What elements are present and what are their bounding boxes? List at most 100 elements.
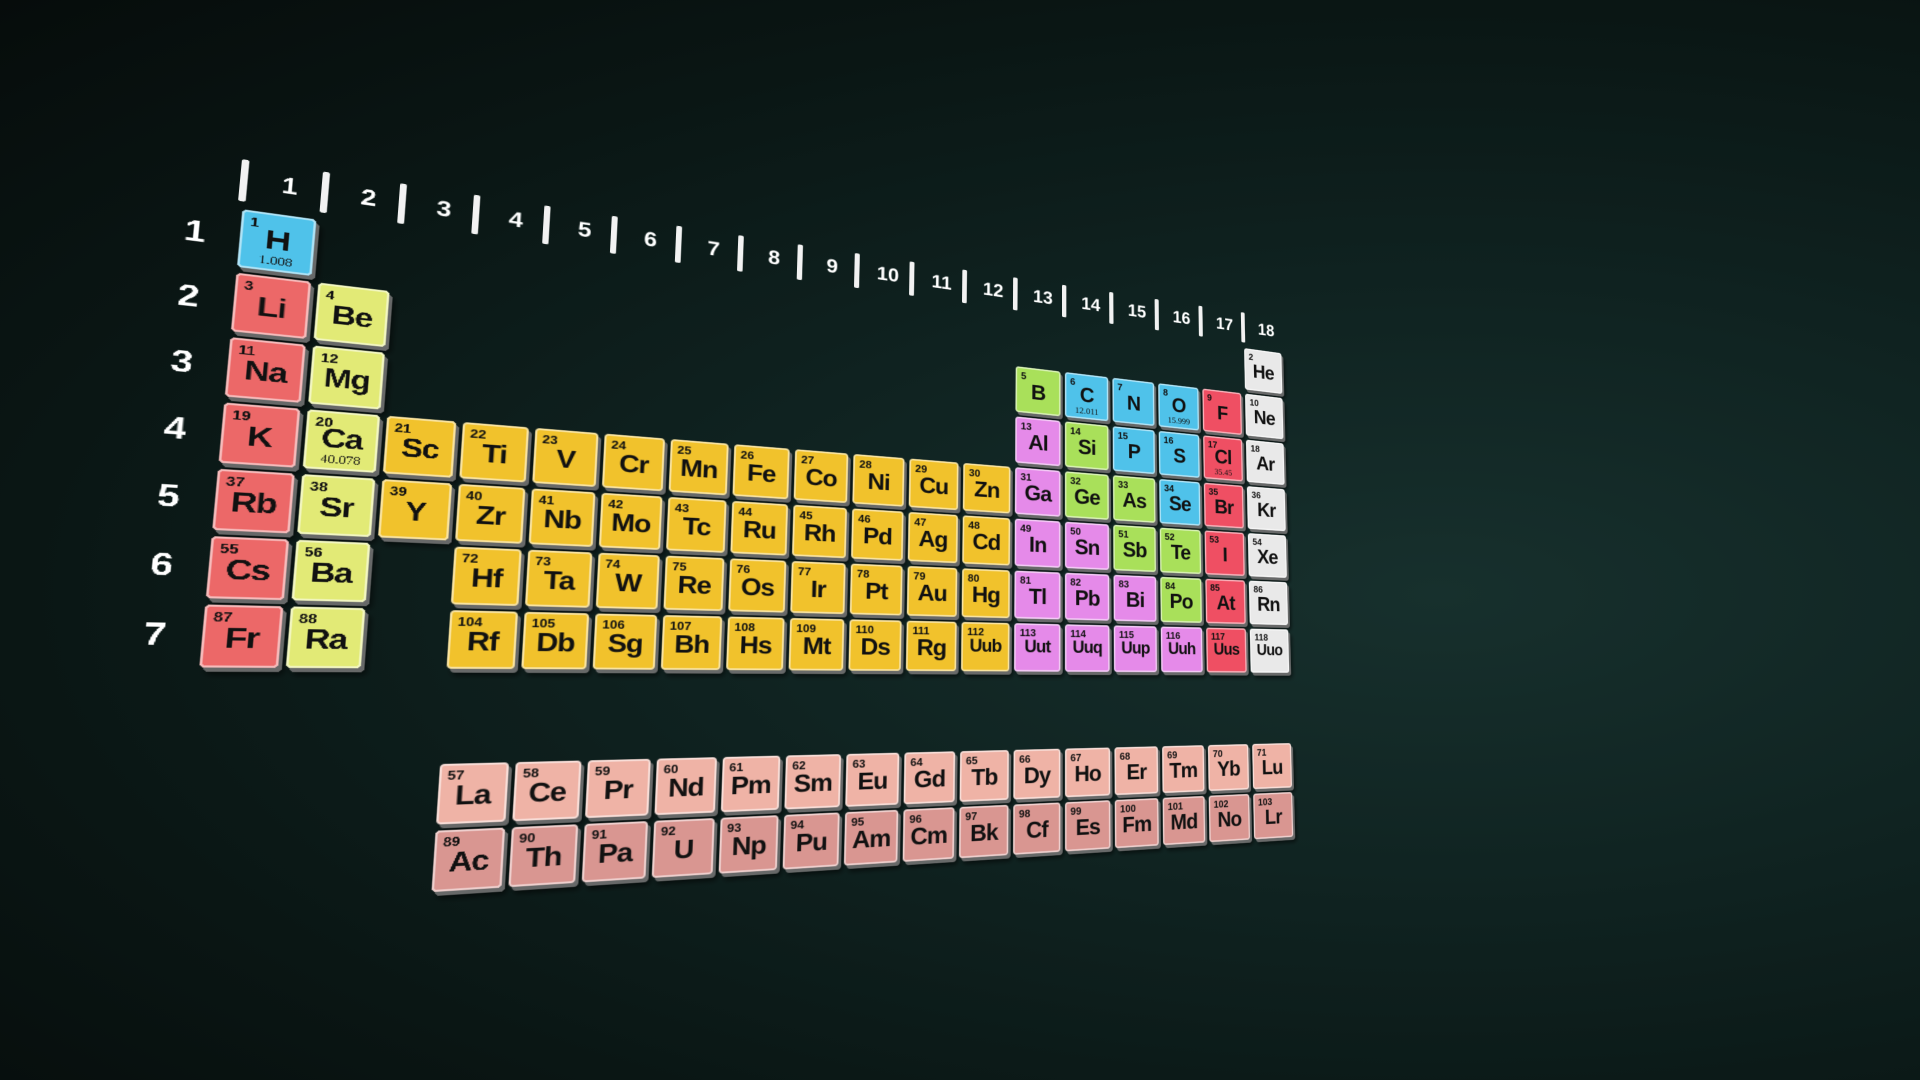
element-tile-ho[interactable]: 67 Ho	[1065, 747, 1110, 797]
element-tile-uup[interactable]: 115 Uup	[1114, 625, 1157, 672]
element-tile-pm[interactable]: 61 Pm	[721, 756, 781, 813]
element-tile-ag[interactable]: 47 Ag	[908, 512, 958, 563]
element-tile-hs[interactable]: 108 Hs	[726, 617, 785, 671]
element-tile-b[interactable]: 5B	[1015, 366, 1060, 416]
element-tile-gd[interactable]: 64 Gd	[904, 751, 956, 804]
element-tile-at[interactable]: 85 At	[1205, 579, 1245, 624]
element-tile-y[interactable]: 39 Y	[378, 479, 452, 540]
element-tile-sg[interactable]: 106 Sg	[593, 613, 658, 669]
element-tile-br[interactable]: 35 Br	[1204, 483, 1244, 529]
element-tile-er[interactable]: 68 Er	[1114, 746, 1158, 795]
element-tile-se[interactable]: 34 Se	[1159, 479, 1200, 526]
element-tile-cu[interactable]: 29 Cu	[909, 459, 959, 511]
element-tile-kr[interactable]: 36 Kr	[1247, 486, 1286, 531]
element-tile-rb[interactable]: 37 Rb	[212, 469, 294, 534]
element-tile-rn[interactable]: 86 Rn	[1249, 581, 1288, 626]
element-tile-ta[interactable]: 73 Ta	[525, 550, 592, 608]
element-tile-ne[interactable]: 10 Ne	[1245, 394, 1284, 440]
element-tile-ca[interactable]: 20 Ca 40.078	[303, 409, 380, 473]
element-tile-uuo[interactable]: 118 Uuo	[1250, 629, 1289, 673]
element-tile-cs[interactable]: 55 Cs	[206, 536, 289, 600]
element-tile-ga[interactable]: 31 Ga	[1015, 467, 1061, 517]
element-tile-np[interactable]: 93 Np	[719, 815, 779, 874]
element-tile-pa[interactable]: 91 Pa	[582, 821, 648, 882]
element-tile-cd[interactable]: 48 Cd	[962, 515, 1010, 565]
element-tile-as[interactable]: 33 As	[1113, 475, 1156, 523]
element-tile-mt[interactable]: 109 Mt	[789, 618, 845, 671]
element-tile-po[interactable]: 84 Po	[1160, 577, 1202, 623]
element-tile-pb[interactable]: 82 Pb	[1065, 573, 1109, 621]
element-tile-la[interactable]: 57 La	[436, 762, 509, 824]
element-tile-xe[interactable]: 54 Xe	[1248, 533, 1287, 578]
element-tile-co[interactable]: 27 Co	[794, 449, 849, 503]
element-tile-na[interactable]: 11 Na	[225, 337, 306, 403]
element-tile-rg[interactable]: 111 Rg	[906, 621, 957, 672]
element-tile-am[interactable]: 95 Am	[844, 810, 898, 866]
element-tile-lu[interactable]: 71 Lu	[1252, 743, 1292, 789]
element-tile-sb[interactable]: 51 Sb	[1113, 525, 1156, 572]
element-tile-ir[interactable]: 77 Ir	[790, 561, 845, 614]
element-tile-be[interactable]: 4 Be	[314, 283, 390, 348]
element-tile-sr[interactable]: 38 Sr	[297, 474, 375, 537]
element-tile-ba[interactable]: 56 Ba	[292, 540, 371, 602]
element-tile-cr[interactable]: 24 Cr	[602, 434, 665, 492]
element-tile-ru[interactable]: 44 Ru	[730, 501, 788, 556]
element-tile-o[interactable]: 8 O 15.999	[1158, 383, 1199, 430]
element-tile-n[interactable]: 7N	[1112, 378, 1154, 426]
element-tile-w[interactable]: 74 W	[596, 553, 660, 610]
element-tile-bi[interactable]: 83 Bi	[1113, 575, 1156, 622]
element-tile-cl[interactable]: 17 Cl 35.45	[1203, 435, 1243, 481]
element-tile-u[interactable]: 92 U	[652, 818, 715, 878]
element-tile-uub[interactable]: 112 Uub	[961, 622, 1010, 672]
element-tile-pr[interactable]: 59 Pr	[585, 759, 651, 818]
element-tile-hg[interactable]: 80 Hg	[962, 568, 1010, 618]
element-tile-bk[interactable]: 97 Bk	[959, 805, 1009, 859]
element-tile-tm[interactable]: 69 Tm	[1162, 745, 1204, 793]
element-tile-uut[interactable]: 113 Uut	[1014, 623, 1060, 672]
element-tile-rf[interactable]: 104 Rf	[446, 610, 518, 669]
element-tile-ar[interactable]: 18 Ar	[1246, 440, 1285, 485]
element-tile-pt[interactable]: 78 Pt	[850, 564, 903, 616]
element-tile-fm[interactable]: 100 Fm	[1115, 798, 1159, 848]
element-tile-ra[interactable]: 88 Ra	[286, 606, 366, 668]
element-tile-s[interactable]: 16 S	[1159, 431, 1200, 478]
element-tile-tb[interactable]: 65 Tb	[960, 750, 1009, 802]
element-tile-fr[interactable]: 87 Fr	[199, 604, 283, 667]
element-tile-pd[interactable]: 46 Pd	[851, 508, 904, 560]
element-tile-uuq[interactable]: 114 Uuq	[1065, 624, 1110, 672]
element-tile-zn[interactable]: 30 Zn	[963, 463, 1011, 514]
element-tile-v[interactable]: 23 V	[532, 428, 598, 487]
element-tile-ge[interactable]: 32 Ge	[1065, 471, 1109, 520]
element-tile-au[interactable]: 79 Au	[907, 566, 957, 617]
element-tile-th[interactable]: 90 Th	[508, 824, 578, 887]
element-tile-lr[interactable]: 103 Lr	[1253, 792, 1293, 839]
element-tile-in[interactable]: 49 In	[1015, 519, 1061, 568]
element-tile-sm[interactable]: 62 Sm	[784, 754, 841, 809]
element-tile-dy[interactable]: 66 Dy	[1013, 749, 1060, 800]
element-tile-cf[interactable]: 98 Cf	[1013, 802, 1060, 854]
element-tile-f[interactable]: 9F	[1202, 388, 1242, 435]
element-tile-c[interactable]: 6 C 12.011	[1065, 372, 1108, 421]
element-tile-sn[interactable]: 50 Sn	[1065, 522, 1109, 570]
element-tile-re[interactable]: 75 Re	[663, 556, 724, 611]
element-tile-bh[interactable]: 107 Bh	[661, 615, 722, 670]
element-tile-fe[interactable]: 26 Fe	[732, 444, 789, 499]
element-tile-te[interactable]: 52 Te	[1160, 528, 1201, 575]
element-tile-os[interactable]: 76 Os	[728, 558, 786, 612]
element-tile-h[interactable]: 1 H 1.008	[237, 209, 316, 276]
element-tile-db[interactable]: 105 Db	[521, 612, 589, 670]
element-tile-he[interactable]: 2 He	[1244, 348, 1282, 394]
element-tile-pu[interactable]: 94 Pu	[783, 812, 840, 869]
element-tile-nd[interactable]: 60 Nd	[654, 757, 717, 815]
element-tile-ni[interactable]: 28 Ni	[852, 454, 904, 507]
element-tile-nb[interactable]: 41 Nb	[529, 488, 596, 547]
element-tile-tl[interactable]: 81 Tl	[1014, 571, 1060, 620]
element-tile-yb[interactable]: 70 Yb	[1208, 744, 1249, 791]
element-tile-ti[interactable]: 22 Ti	[459, 422, 529, 482]
element-tile-eu[interactable]: 63 Eu	[845, 753, 899, 807]
element-tile-uuh[interactable]: 116 Uuh	[1161, 627, 1203, 673]
element-tile-p[interactable]: 15 P	[1113, 426, 1155, 474]
element-tile-si[interactable]: 14 Si	[1065, 421, 1109, 470]
element-tile-li[interactable]: 3 Li	[231, 273, 311, 339]
element-tile-mn[interactable]: 25 Mn	[669, 439, 729, 495]
